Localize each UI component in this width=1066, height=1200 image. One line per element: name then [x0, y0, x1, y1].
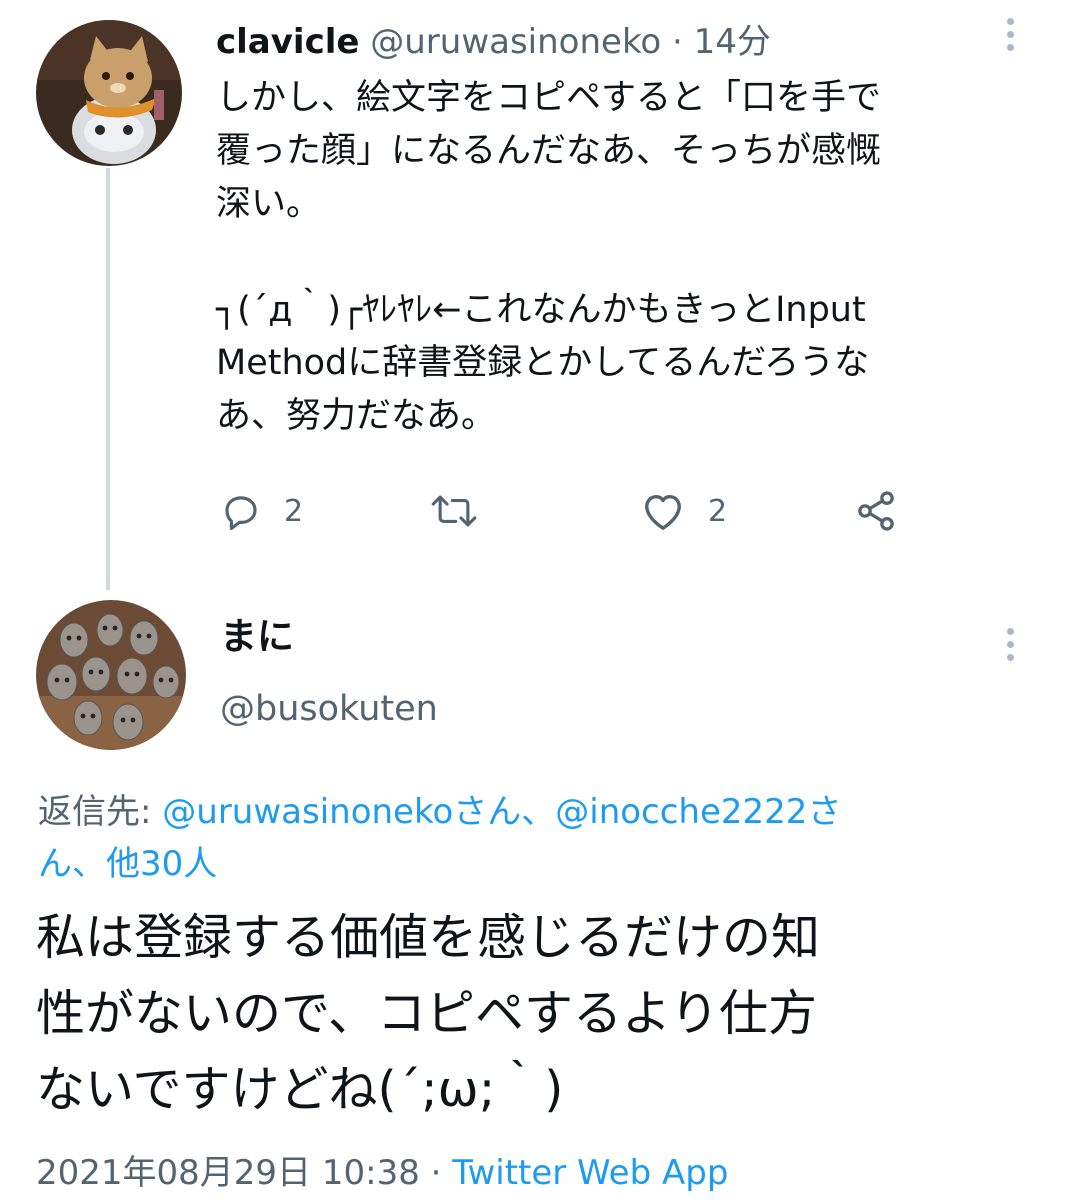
reply-button[interactable]: 2 — [220, 486, 303, 536]
share-button[interactable] — [854, 486, 898, 536]
tweet2-source-app[interactable]: Twitter Web App — [452, 1153, 728, 1193]
tweet2-meta: 2021年08月29日 10:38 · Twitter Web App — [36, 1148, 728, 1198]
more-vertical-icon — [1006, 628, 1014, 635]
heart-icon — [640, 490, 686, 532]
mention-inocche2222[interactable]: @inocche2222 — [555, 792, 807, 832]
reply-icon — [220, 490, 262, 532]
like-count: 2 — [708, 493, 728, 529]
retweet-icon — [428, 490, 480, 532]
tweet1-timestamp[interactable]: 14分 — [694, 22, 771, 62]
tweet2-timestamp[interactable]: 2021年08月29日 10:38 — [36, 1153, 420, 1193]
tweet1-more-button[interactable] — [1004, 18, 1016, 51]
tweet1-separator: · — [672, 22, 683, 62]
reply-to-line: 返信先: @uruwasinonekoさん、@inocche2222さ ん、他3… — [38, 786, 1028, 890]
mention-uruwasinoneko[interactable]: @uruwasinoneko — [162, 792, 453, 832]
tweet2-handle[interactable]: @busokuten — [220, 684, 438, 734]
tweet1-text: しかし、絵文字をコピペすると「口を手で 覆った顔」になるんだなあ、そっちが感慨 … — [216, 78, 882, 436]
tweet2-text: 私は登録する価値を感じるだけの知 性がないので、コピペするより仕方 ないですけど… — [36, 909, 821, 1118]
tweet2-more-button[interactable] — [1004, 628, 1016, 661]
like-button[interactable]: 2 — [640, 486, 727, 536]
reply-to-prefix: 返信先: — [38, 792, 163, 832]
tweet1-display-name[interactable]: clavicle — [216, 22, 359, 62]
mention-suffix-1[interactable]: さん、 — [453, 792, 555, 832]
avatar-mani[interactable] — [36, 600, 186, 750]
tweet1-header: clavicle @uruwasinoneko · 14分 — [216, 20, 771, 64]
avatar-clavicle[interactable] — [36, 20, 182, 166]
more-vertical-icon — [1006, 18, 1014, 25]
share-icon — [854, 489, 898, 533]
meta-separator: · — [430, 1153, 442, 1193]
thread-connector-line — [106, 168, 110, 590]
retweet-button[interactable] — [428, 486, 480, 536]
mention-others[interactable]: 他30人 — [106, 844, 217, 884]
tweet2-display-name[interactable]: まに — [220, 612, 294, 662]
tweet1-handle[interactable]: @uruwasinoneko — [370, 22, 661, 62]
reply-count: 2 — [284, 493, 304, 529]
